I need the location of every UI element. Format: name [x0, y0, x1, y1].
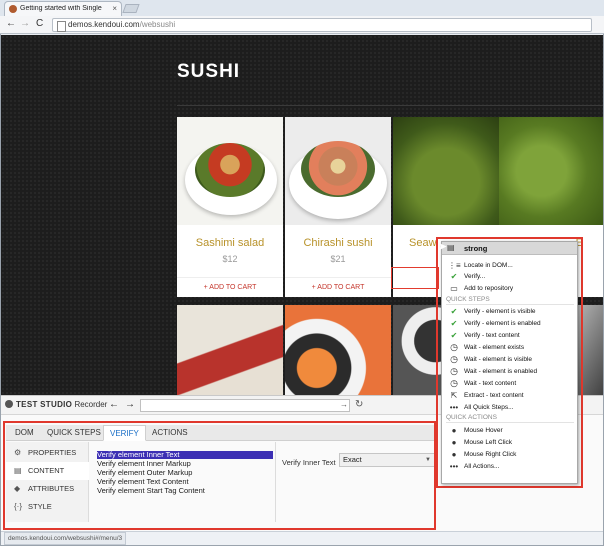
clock-icon: ◷	[450, 342, 458, 352]
menu-item-label: Verify - element is visible	[464, 308, 536, 315]
dom-tree-icon: ⋮≡	[448, 261, 461, 270]
tab-title: Getting started with Single	[20, 5, 102, 12]
page-icon	[57, 21, 66, 32]
menu-item-mouse-right-click[interactable]: ● Mouse Right Click	[442, 449, 577, 460]
menu-item-label: Mouse Right Click	[464, 451, 517, 458]
new-tab-button[interactable]	[122, 4, 140, 13]
menu-item-label: Wait - element exists	[464, 344, 525, 351]
product-name: Chirashi sushi	[303, 237, 373, 249]
menu-item-label: Verify - text content	[464, 332, 520, 339]
menu-item-verify-enabled[interactable]: ✔ Verify - element is enabled	[442, 318, 577, 329]
product-image	[499, 117, 603, 225]
status-bar: demos.kendoui.com/websushi#/menu/3	[1, 531, 603, 545]
product-image	[285, 117, 391, 225]
mouse-icon: ●	[451, 450, 457, 459]
navigation-bar: ← → C demos.kendoui.com/websushi	[0, 16, 604, 34]
browser-tab[interactable]: Getting started with Single ×	[4, 1, 122, 16]
quick-steps-header: QUICK STEPS	[446, 295, 574, 305]
mouse-cursor-icon: ➤	[438, 241, 448, 253]
menu-item-label: Verify - element is enabled	[464, 320, 541, 327]
product-image	[393, 117, 499, 225]
more-icon: •••	[449, 403, 459, 412]
element-icon: ▤	[447, 243, 455, 252]
mouse-icon: ●	[451, 438, 457, 447]
menu-item-label: Wait - text content	[464, 380, 517, 387]
menu-item-label: Mouse Hover	[464, 427, 503, 434]
recorder-back-button[interactable]: ←	[109, 399, 119, 410]
menu-item-label: Verify...	[464, 273, 486, 280]
reload-button[interactable]: C	[36, 18, 43, 29]
recorder-label: Recorder	[74, 400, 108, 409]
url-host: demos.kendoui.com	[68, 20, 140, 29]
product-image	[177, 117, 283, 225]
menu-item-add-to-repository[interactable]: ▭ Add to repository	[442, 283, 577, 294]
menu-item-all-actions[interactable]: ••• All Actions...	[442, 461, 577, 472]
divider	[177, 105, 603, 106]
check-icon: ✔	[450, 307, 458, 316]
recorder-forward-button[interactable]: →	[125, 399, 135, 410]
menu-item-wait-text[interactable]: ◷ Wait - text content	[442, 378, 577, 389]
recorder-go-button[interactable]: →	[340, 400, 348, 409]
test-studio-logo: TEST STUDIO Recorder	[5, 400, 107, 409]
url-path: /websushi	[139, 20, 176, 29]
add-to-cart-button[interactable]: + ADD TO CART	[177, 277, 283, 298]
test-studio-title: TEST STUDIO	[16, 400, 73, 409]
product-image[interactable]	[285, 305, 391, 395]
close-tab-icon[interactable]: ×	[112, 4, 117, 13]
menu-item-wait-exists[interactable]: ◷ Wait - element exists	[442, 342, 577, 353]
test-studio-icon	[5, 400, 13, 408]
menu-item-all-quick-steps[interactable]: ••• All Quick Steps...	[442, 402, 577, 413]
product-name: Sashimi salad	[195, 237, 265, 249]
context-menu-header: ▤ strong	[442, 242, 577, 255]
product-card[interactable]: Chirashi sushi $21 + ADD TO CART	[285, 117, 391, 297]
menu-item-label: All Actions...	[464, 463, 500, 470]
site-logo[interactable]: SUSHI	[177, 61, 240, 83]
menu-item-verify-visible[interactable]: ✔ Verify - element is visible	[442, 306, 577, 317]
menu-item-label: Mouse Left Click	[464, 439, 513, 446]
menu-item-label: Add to repository	[464, 285, 514, 292]
status-url: demos.kendoui.com/websushi#/menu/3	[4, 532, 127, 545]
recorder-refresh-icon[interactable]: ↻	[355, 399, 363, 410]
menu-item-label: Wait - element is enabled	[464, 368, 538, 375]
menu-item-wait-visible[interactable]: ◷ Wait - element is visible	[442, 354, 577, 365]
repository-icon: ▭	[450, 284, 458, 293]
check-icon: ✔	[450, 331, 458, 340]
menu-item-label: Locate in DOM...	[464, 262, 513, 269]
product-price: $12	[222, 254, 238, 264]
menu-item-mouse-left-click[interactable]: ● Mouse Left Click	[442, 437, 577, 448]
product-card[interactable]: Sashimi salad $12 + ADD TO CART	[177, 117, 283, 297]
add-to-cart-button[interactable]: + ADD TO CART	[285, 277, 391, 298]
mouse-icon: ●	[451, 426, 457, 435]
address-bar[interactable]: demos.kendoui.com/websushi	[52, 18, 592, 32]
more-icon: •••	[449, 462, 459, 471]
menu-item-label: All Quick Steps...	[464, 404, 514, 411]
clock-icon: ◷	[450, 366, 458, 376]
menu-item-wait-enabled[interactable]: ◷ Wait - element is enabled	[442, 366, 577, 377]
check-icon: ✔	[450, 319, 458, 328]
product-price: $21	[330, 254, 346, 264]
tab-strip: Getting started with Single ×	[0, 0, 604, 16]
menu-item-mouse-hover[interactable]: ● Mouse Hover	[442, 425, 577, 436]
favicon-icon	[9, 5, 17, 13]
back-button[interactable]: ←	[6, 18, 16, 29]
element-tag-name: strong	[464, 244, 488, 253]
menu-item-verify-text[interactable]: ✔ Verify - text content	[442, 330, 577, 341]
clock-icon: ◷	[450, 354, 458, 364]
recorder-url-input[interactable]	[140, 399, 350, 412]
menu-item-label: Wait - element is visible	[464, 356, 533, 363]
menu-item-verify[interactable]: ✔ Verify...	[442, 271, 577, 282]
extract-icon: ⇱	[450, 391, 458, 400]
element-highlight	[391, 267, 439, 289]
highlight-box	[3, 421, 436, 530]
forward-button[interactable]: →	[20, 18, 30, 29]
menu-item-label: Extract - text content	[464, 392, 524, 399]
clock-icon: ◷	[450, 378, 458, 388]
quick-actions-header: QUICK ACTIONS	[446, 413, 574, 423]
menu-item-extract-text[interactable]: ⇱ Extract - text content	[442, 390, 577, 401]
menu-item-locate-in-dom[interactable]: ⋮≡ Locate in DOM...	[442, 260, 577, 271]
context-menu: ▤ strong ⋮≡ Locate in DOM... ✔ Verify... ▭…	[441, 241, 578, 484]
check-icon: ✔	[450, 272, 458, 281]
product-image[interactable]	[177, 305, 283, 395]
